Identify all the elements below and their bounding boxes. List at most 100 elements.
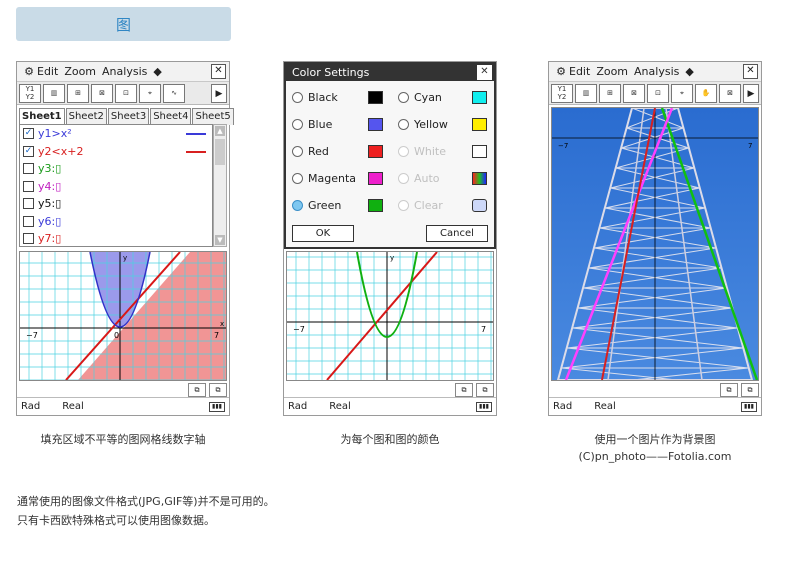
close-icon[interactable]: ✕	[743, 64, 758, 79]
radio-button[interactable]	[292, 173, 303, 184]
gear-icon[interactable]: ⚙	[21, 65, 37, 78]
equation-checkbox[interactable]: ✓	[23, 128, 34, 140]
angle-mode: Rad	[21, 401, 41, 412]
equation-row[interactable]: ✓ y2<x+2	[20, 143, 212, 161]
color-option-label: Auto	[414, 172, 440, 185]
equation-row[interactable]: y6:▯	[20, 213, 212, 231]
scroll-up-icon[interactable]: ▲	[215, 126, 225, 136]
equation-type-icon[interactable]: Y1 Y2	[551, 83, 573, 103]
view-window-icon[interactable]: ⊞	[599, 83, 621, 103]
line-style-icon[interactable]	[186, 133, 206, 135]
equation-label[interactable]: y7:▯	[38, 232, 61, 245]
graph-icon[interactable]: ⊠	[623, 83, 645, 103]
graph-window[interactable]: −7 7	[551, 107, 759, 381]
color-option-red[interactable]: Red	[292, 145, 329, 158]
graph-view-icon[interactable]: ⊠	[719, 83, 741, 103]
radio-button[interactable]	[398, 92, 409, 103]
equation-row[interactable]: y4:▯	[20, 178, 212, 196]
trace-icon[interactable]: ⌖	[671, 83, 693, 103]
color-option-clear: Clear	[398, 199, 443, 212]
paste-icon[interactable]: ⧉	[741, 383, 759, 397]
color-option-white: White	[398, 145, 446, 158]
menu-edit[interactable]: Edit	[37, 65, 58, 78]
color-option-green[interactable]: Green	[292, 199, 341, 212]
menu-analysis[interactable]: Analysis	[634, 65, 679, 78]
equation-checkbox[interactable]: ✓	[23, 145, 34, 157]
tab-sheet4[interactable]: Sheet4	[150, 108, 192, 125]
equation-label[interactable]: y3:▯	[38, 162, 61, 175]
scroll-down-icon[interactable]: ▼	[215, 235, 225, 245]
color-option-blue[interactable]: Blue	[292, 118, 332, 131]
cancel-button[interactable]: Cancel	[426, 225, 488, 242]
close-icon[interactable]: ✕	[477, 65, 492, 80]
status-bar: Rad Real ▮▮▮	[17, 397, 229, 415]
equation-label[interactable]: y4:▯	[38, 180, 61, 193]
paste-icon[interactable]: ⧉	[476, 383, 494, 397]
tab-sheet5[interactable]: Sheet5	[192, 108, 234, 125]
radio-button[interactable]	[292, 200, 303, 211]
color-option-label: Clear	[414, 199, 443, 212]
caption-background-credit: (C)pn_photo——Fotolia.com	[578, 450, 732, 463]
color-option-cyan[interactable]: Cyan	[398, 91, 442, 104]
sketch-icon[interactable]: ∿	[163, 83, 185, 103]
view-window-icon[interactable]: ⊞	[67, 83, 89, 103]
equation-label[interactable]: y5:▯	[38, 197, 61, 210]
table-icon[interactable]: ▥	[575, 83, 597, 103]
tab-sheet3[interactable]: Sheet3	[107, 108, 150, 125]
toolbar-next-icon[interactable]: ▶	[211, 84, 227, 103]
graph-window[interactable]: −7 7 x y 0	[19, 251, 227, 381]
equation-row[interactable]: y7:▯	[20, 230, 212, 246]
x-min-label: −7	[558, 142, 568, 150]
trace-icon[interactable]: ⌖	[139, 83, 161, 103]
equation-row[interactable]: y5:▯	[20, 195, 212, 213]
gear-icon[interactable]: ⚙	[553, 65, 569, 78]
copy-icon[interactable]: ⧉	[188, 383, 206, 397]
color-option-label: Blue	[308, 118, 333, 131]
zoom-box-icon[interactable]: ⊡	[115, 83, 137, 103]
menu-zoom[interactable]: Zoom	[596, 65, 628, 78]
paste-icon[interactable]: ⧉	[209, 383, 227, 397]
radio-button[interactable]	[292, 146, 303, 157]
scroll-thumb[interactable]	[215, 139, 225, 165]
equation-row[interactable]: ✓ y1>x²	[20, 125, 212, 143]
equation-label[interactable]: y2<x+2	[38, 145, 83, 158]
menu-more[interactable]: ◆	[685, 65, 693, 78]
menu-more[interactable]: ◆	[153, 65, 161, 78]
equation-type-icon[interactable]: Y1 Y2	[19, 83, 41, 103]
equation-scrollbar[interactable]: ▲ ▼	[213, 124, 227, 247]
tab-sheet2[interactable]: Sheet2	[65, 108, 107, 125]
menu-analysis[interactable]: Analysis	[102, 65, 147, 78]
graph-window[interactable]: −7 7 y	[286, 251, 494, 381]
equation-checkbox[interactable]	[23, 180, 34, 192]
radio-button[interactable]	[292, 119, 303, 130]
color-option-magenta[interactable]: Magenta	[292, 172, 356, 185]
tab-label: 图	[115, 15, 131, 34]
tab-sheet1[interactable]: Sheet1	[19, 108, 65, 125]
table-icon[interactable]: ▥	[43, 83, 65, 103]
line-style-icon[interactable]	[186, 150, 206, 153]
menu-zoom[interactable]: Zoom	[64, 65, 96, 78]
color-option-black[interactable]: Black	[292, 91, 338, 104]
tab-graph[interactable]: 图	[16, 7, 231, 41]
close-icon[interactable]: ✕	[211, 64, 226, 79]
toolbar-next-icon[interactable]: ▶	[743, 84, 759, 103]
equation-row[interactable]: y3:▯	[20, 160, 212, 178]
equation-checkbox[interactable]	[23, 233, 34, 245]
color-option-yellow[interactable]: Yellow	[398, 118, 448, 131]
equation-checkbox[interactable]	[23, 198, 34, 210]
radio-button[interactable]	[292, 92, 303, 103]
equation-checkbox[interactable]	[23, 163, 34, 175]
graph-icon[interactable]: ⊠	[91, 83, 113, 103]
copy-icon[interactable]: ⧉	[720, 383, 738, 397]
equation-label[interactable]: y6:▯	[38, 215, 61, 228]
ok-button[interactable]: OK	[292, 225, 354, 242]
radio-button	[398, 173, 409, 184]
caption-inequality: 填充区域不平等的图网格线数字轴	[40, 433, 206, 446]
copy-icon[interactable]: ⧉	[455, 383, 473, 397]
radio-button[interactable]	[398, 119, 409, 130]
menu-edit[interactable]: Edit	[569, 65, 590, 78]
equation-checkbox[interactable]	[23, 215, 34, 227]
zoom-box-icon[interactable]: ⊡	[647, 83, 669, 103]
equation-label[interactable]: y1>x²	[38, 127, 72, 140]
pan-hand-icon[interactable]: ✋	[695, 83, 717, 103]
